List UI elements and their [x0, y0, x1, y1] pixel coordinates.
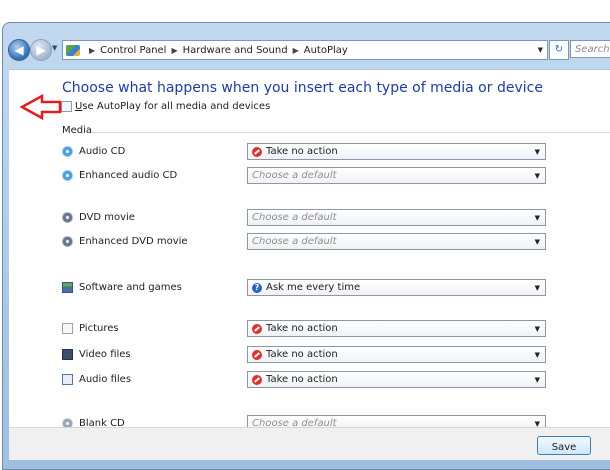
no-action-icon [252, 146, 262, 157]
media-row-audio-cd: Audio CD Take no action ▼ [61, 143, 610, 160]
control-panel-icon [66, 44, 80, 56]
breadcrumb-control-panel[interactable]: Control Panel [100, 45, 166, 56]
audio-cd-icon [62, 146, 73, 157]
media-label: DVD movie [79, 212, 135, 223]
media-row-audio-files: Audio files Take no action ▼ [61, 371, 610, 388]
use-autoplay-label[interactable]: Use AutoPlay for all media and devices [75, 101, 270, 112]
navigation-bar: ◀ ▶ ▼ ▶ Control Panel ▶ Hardware and Sou… [8, 37, 610, 63]
media-label: Audio CD [79, 146, 126, 157]
section-divider [92, 132, 610, 133]
media-label: Software and games [79, 282, 182, 293]
video-files-icon [62, 349, 73, 360]
refresh-icon: ↻ [554, 44, 564, 55]
selected-value: Choose a default [252, 236, 337, 247]
media-row-pictures: Pictures Take no action ▼ [61, 320, 610, 337]
media-label: Enhanced audio CD [79, 170, 178, 181]
no-action-icon [252, 349, 262, 360]
selected-value: Choose a default [252, 212, 337, 223]
chevron-down-icon[interactable]: ▼ [535, 376, 540, 384]
media-label: Video files [79, 349, 131, 360]
media-section-label: Media [62, 125, 93, 136]
audio-files-icon [62, 374, 73, 385]
ask-icon: ? [252, 282, 262, 293]
audio-cd-action-select[interactable]: Take no action ▼ [247, 143, 546, 160]
forward-button[interactable]: ▶ [30, 39, 52, 61]
chevron-down-icon[interactable]: ▼ [535, 238, 540, 246]
media-row-enhanced-audio-cd: Enhanced audio CD Choose a default ▼ [61, 167, 610, 184]
enhanced-dvd-movie-icon [62, 236, 73, 247]
no-action-icon [252, 323, 262, 334]
media-row-software-and-games: Software and games ? Ask me every time ▼ [61, 279, 610, 296]
selected-value: Take no action [266, 374, 338, 385]
refresh-button[interactable]: ↻ [549, 40, 569, 60]
video-files-action-select[interactable]: Take no action ▼ [247, 346, 546, 363]
media-label: Pictures [79, 323, 119, 334]
software-games-icon [62, 282, 73, 293]
enhanced-audio-cd-action-select[interactable]: Choose a default ▼ [247, 167, 546, 184]
use-autoplay-checkbox-row[interactable]: Use AutoPlay for all media and devices [61, 101, 270, 112]
save-button[interactable]: Save [537, 436, 591, 455]
breadcrumb-autoplay[interactable]: AutoPlay [304, 45, 348, 56]
page-title: Choose what happens when you insert each… [62, 80, 543, 96]
media-row-dvd-movie: DVD movie Choose a default ▼ [61, 209, 610, 226]
chevron-down-icon[interactable]: ▼ [535, 172, 540, 180]
pictures-icon [62, 323, 73, 334]
chevron-down-icon[interactable]: ▼ [535, 284, 540, 292]
enhanced-audio-cd-icon [62, 170, 73, 181]
selected-value: Take no action [266, 323, 338, 334]
chevron-down-icon[interactable]: ▼ [535, 351, 540, 359]
breadcrumb-hardware-and-sound[interactable]: Hardware and Sound [183, 45, 288, 56]
media-label: Enhanced DVD movie [79, 236, 188, 247]
selected-value: Take no action [266, 349, 338, 360]
breadcrumb-separator-icon[interactable]: ▶ [171, 46, 177, 55]
address-dropdown-icon[interactable]: ▼ [538, 46, 543, 54]
breadcrumb-separator-icon[interactable]: ▶ [293, 46, 299, 55]
dvd-movie-action-select[interactable]: Choose a default ▼ [247, 209, 546, 226]
no-action-icon [252, 374, 262, 385]
use-autoplay-checkbox[interactable] [61, 101, 72, 112]
dvd-movie-icon [62, 212, 73, 223]
chevron-down-icon[interactable]: ▼ [535, 148, 540, 156]
breadcrumb-separator-icon[interactable]: ▶ [89, 46, 95, 55]
content-pane: Choose what happens when you insert each… [9, 69, 610, 432]
address-bar[interactable]: ▶ Control Panel ▶ Hardware and Sound ▶ A… [62, 40, 548, 60]
media-label: Audio files [79, 374, 132, 385]
recent-pages-dropdown-icon[interactable]: ▼ [52, 44, 57, 52]
chevron-down-icon[interactable]: ▼ [535, 325, 540, 333]
footer-bar: Save [9, 427, 610, 460]
back-button[interactable]: ◀ [8, 39, 30, 61]
selected-value: Choose a default [252, 170, 337, 181]
media-row-video-files: Video files Take no action ▼ [61, 346, 610, 363]
autoplay-window: ◀ ▶ ▼ ▶ Control Panel ▶ Hardware and Sou… [0, 0, 610, 470]
software-and-games-action-select[interactable]: ? Ask me every time ▼ [247, 279, 546, 296]
red-arrow-icon [20, 94, 62, 120]
search-input[interactable]: Search C [570, 40, 610, 58]
enhanced-dvd-movie-action-select[interactable]: Choose a default ▼ [247, 233, 546, 250]
selected-value: Ask me every time [266, 282, 361, 293]
audio-files-action-select[interactable]: Take no action ▼ [247, 371, 546, 388]
selected-value: Take no action [266, 146, 338, 157]
media-row-enhanced-dvd-movie: Enhanced DVD movie Choose a default ▼ [61, 233, 610, 250]
use-autoplay-label-text: se AutoPlay for all media and devices [82, 101, 271, 112]
pictures-action-select[interactable]: Take no action ▼ [247, 320, 546, 337]
chevron-down-icon[interactable]: ▼ [535, 214, 540, 222]
